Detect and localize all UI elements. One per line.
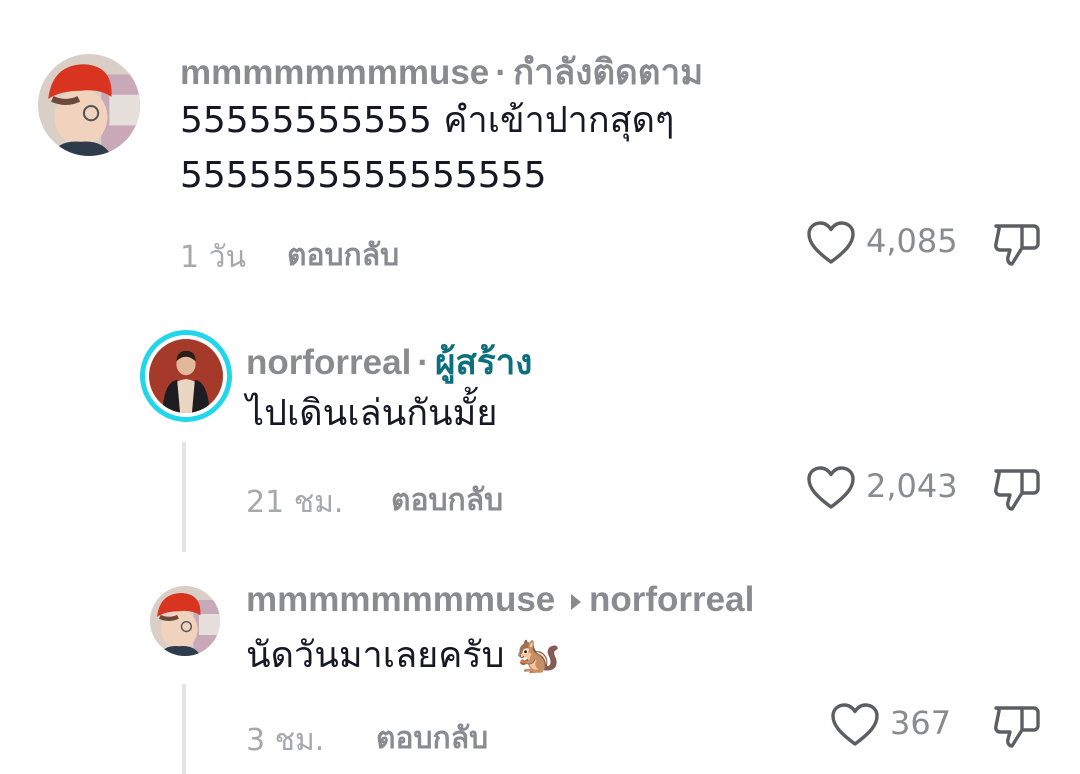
reply-button[interactable]: ตอบกลับ [376, 715, 488, 762]
avatar[interactable] [38, 54, 140, 156]
avatar-image [38, 54, 140, 156]
comment-text-line: 5555555555555555 [180, 155, 547, 196]
like-count: 2,043 [866, 467, 958, 505]
thumbs-down-icon[interactable] [992, 220, 1042, 268]
separator-dot: · [417, 343, 429, 382]
following-label: กำลังติดตาม [512, 53, 704, 92]
like-count: 4,085 [866, 222, 958, 260]
caret-right-icon [569, 592, 583, 612]
heart-icon[interactable] [830, 702, 880, 748]
thumbs-down-icon[interactable] [992, 702, 1042, 750]
comment-time: 21 ชม. [246, 485, 344, 520]
avatar-image [149, 339, 223, 413]
heart-icon[interactable] [806, 465, 856, 511]
comment-text-line: 55555555555 คำเข้าปากสุดๆ [180, 100, 675, 141]
thread-line [182, 684, 186, 774]
comment-time: 1 วัน [180, 240, 246, 275]
comment-username[interactable]: norforreal [246, 343, 411, 382]
heart-icon[interactable] [806, 220, 856, 266]
creator-avatar[interactable] [140, 330, 232, 422]
avatar[interactable] [150, 586, 220, 656]
comment-text: นัดวันมาเลยครับ 🐿️ [246, 635, 561, 676]
reply-to-username[interactable]: norforreal [589, 580, 754, 619]
comment-text: ไปเดินเล่นกันมั้ย [246, 393, 498, 434]
separator-dot: · [495, 53, 507, 92]
reply-button[interactable]: ตอบกลับ [391, 477, 503, 524]
comment-username[interactable]: mmmmmmmmuse [246, 580, 555, 619]
comment-time: 3 ชม. [246, 723, 325, 758]
creator-badge: ผู้สร้าง [434, 343, 533, 382]
thread-line [182, 442, 186, 552]
reply-button[interactable]: ตอบกลับ [287, 232, 399, 279]
comment-username[interactable]: mmmmmmmmuse [180, 53, 489, 92]
avatar-image [150, 586, 220, 656]
comment-text: 55555555555 คำเข้าปากสุดๆ 55555555555555… [180, 93, 674, 203]
thumbs-down-icon[interactable] [992, 465, 1042, 513]
like-count: 367 [890, 704, 952, 742]
